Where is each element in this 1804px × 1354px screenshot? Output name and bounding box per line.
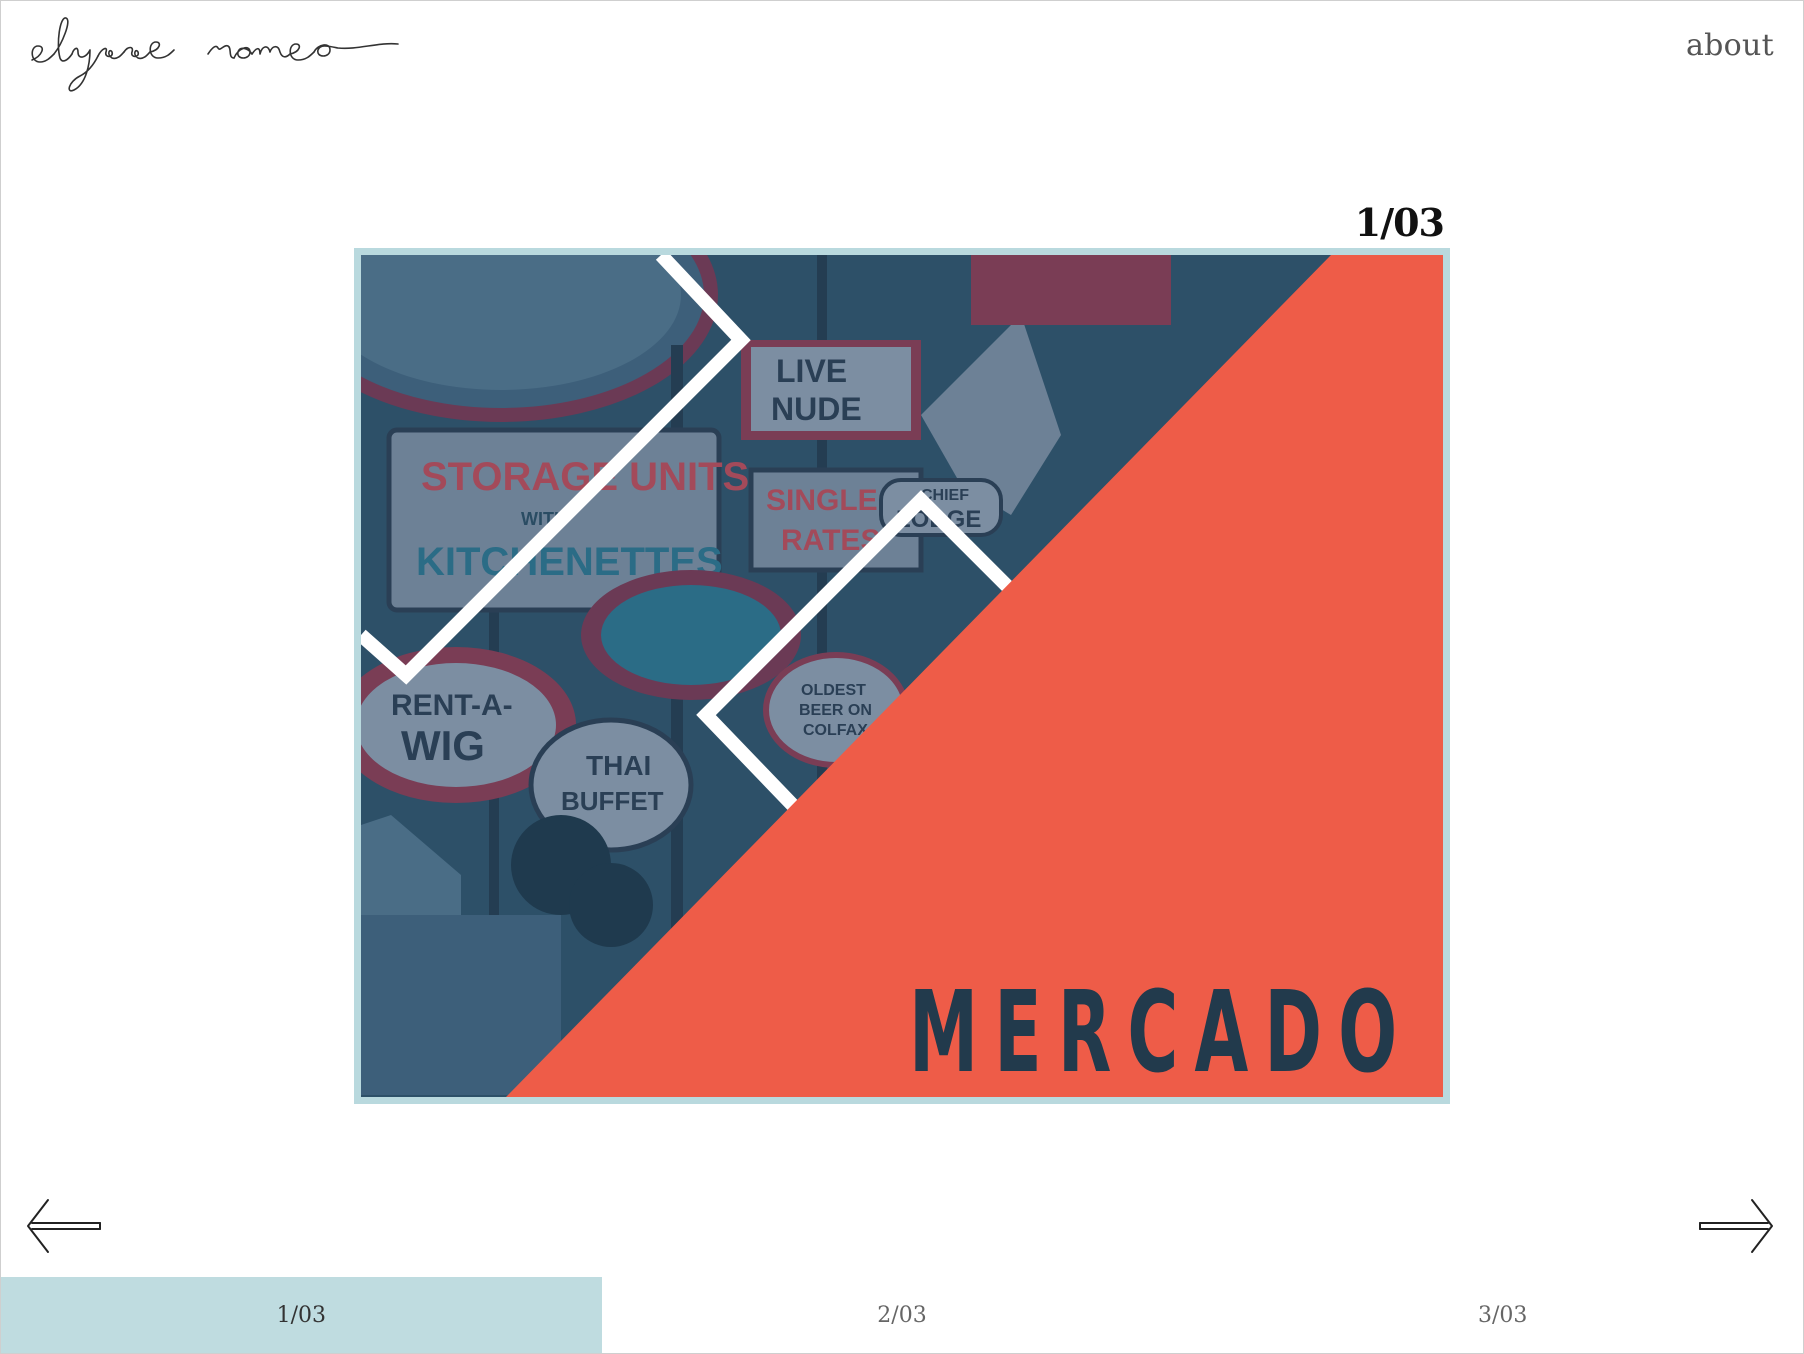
svg-text:SINGLE: SINGLE [766,484,878,517]
svg-text:OLDEST: OLDEST [801,682,866,699]
project-title: MERCADO [908,968,1413,1098]
svg-text:WIG: WIG [401,722,485,769]
pager-item-label: 1/03 [276,1302,327,1328]
svg-text:RENT-A-: RENT-A- [391,689,513,722]
arrow-right-icon[interactable] [1696,1196,1776,1256]
svg-text:BUFFET: BUFFET [561,786,664,816]
slide-pager: 1/03 2/03 3/03 [1,1277,1803,1353]
svg-text:LIVE: LIVE [776,353,847,389]
pager-item-2[interactable]: 2/03 [602,1277,1203,1353]
pager-item-3[interactable]: 3/03 [1202,1277,1803,1353]
pager-item-1[interactable]: 1/03 [1,1277,602,1353]
pager-item-label: 3/03 [1477,1302,1528,1328]
project-hero-image[interactable]: STORAGE UNITS WITH KITCHENETTES LIVE NUD… [354,248,1450,1104]
arrow-left-icon[interactable] [24,1196,104,1256]
site-logo[interactable] [28,14,468,94]
about-link[interactable]: about [1686,28,1774,63]
svg-text:NUDE: NUDE [771,391,862,427]
slide-counter: 1/03 [1354,200,1445,245]
svg-text:COLFAX: COLFAX [803,722,868,739]
sign-live-nude: LIVE NUDE [741,340,921,440]
svg-text:BEER ON: BEER ON [799,702,872,719]
pager-item-label: 2/03 [877,1302,927,1328]
svg-text:THAI: THAI [586,750,651,781]
